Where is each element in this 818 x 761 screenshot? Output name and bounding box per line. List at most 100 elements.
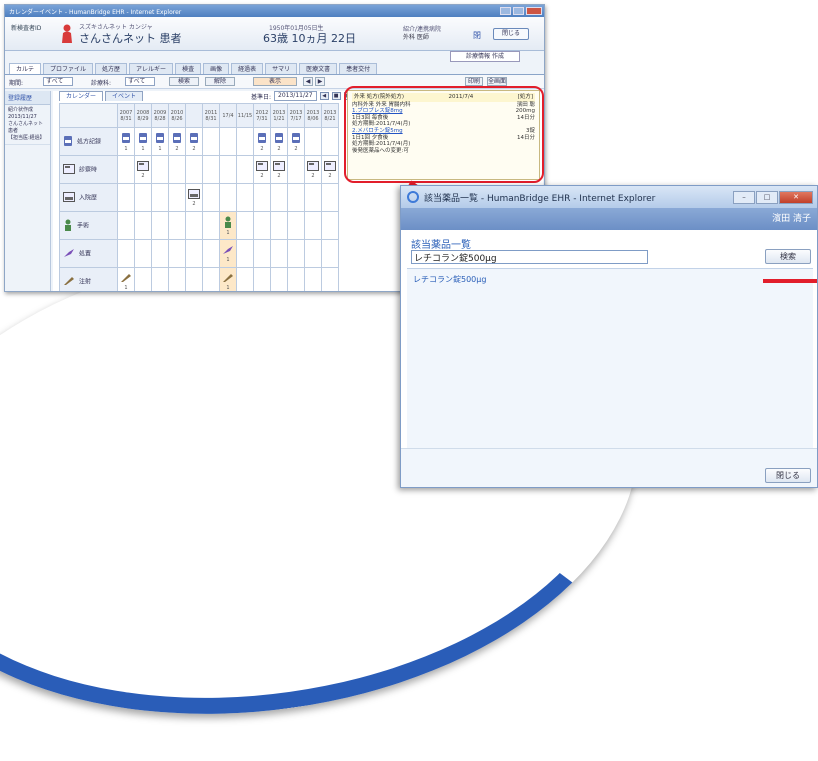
tab-lab[interactable]: 検査 — [175, 63, 202, 74]
grid-cell[interactable]: 2 — [253, 127, 271, 156]
next-icon[interactable]: ▶ — [315, 77, 325, 86]
injection-icon — [118, 273, 134, 285]
prev-icon[interactable]: ◀ — [303, 77, 313, 86]
header-date: 8/21 — [324, 115, 336, 122]
fullscreen-button[interactable]: 全画面 — [487, 77, 507, 86]
event-count: 1 — [226, 229, 230, 236]
grid-date-header[interactable]: 2012 7/31 — [253, 103, 271, 128]
maximize-button[interactable]: □ — [756, 190, 778, 204]
header-date: 8/29 — [137, 115, 149, 122]
grid-date-header[interactable]: 2009 8/28 — [151, 103, 169, 128]
tab-summary[interactable]: サマリ — [265, 63, 298, 74]
grid-date-header[interactable]: 2013 1/21 — [270, 103, 288, 128]
grid-cell[interactable]: 2 — [185, 127, 203, 156]
grid-row: 処置 1 — [59, 239, 339, 268]
grid-cell[interactable]: 2 — [270, 155, 288, 184]
grid-cell — [202, 127, 220, 156]
grid-row-header: 入院歴 — [59, 183, 118, 212]
grid-cell[interactable]: 2 — [134, 155, 152, 184]
tab-event[interactable]: イベント — [105, 91, 144, 101]
show-button[interactable]: 表示 — [253, 77, 297, 86]
grid-row-header: 処方記録 — [59, 127, 118, 156]
grid-cell[interactable]: 2 — [185, 183, 203, 212]
window-close-button[interactable] — [526, 7, 542, 15]
tab-karte[interactable]: カルテ — [9, 63, 42, 74]
tab-prescription-history[interactable]: 処方歴 — [95, 63, 128, 74]
injection-icon — [63, 276, 75, 288]
grid-date-header[interactable]: 2013 8/21 — [321, 103, 339, 128]
header-year: 2013 — [306, 109, 320, 116]
maximize-button[interactable] — [513, 7, 524, 15]
tab-medical-docs[interactable]: 医療文書 — [299, 63, 338, 74]
grid-cell[interactable]: 1 — [151, 127, 169, 156]
grid-cell — [270, 211, 288, 240]
today-icon[interactable]: ■ — [331, 92, 341, 100]
close-patient-button[interactable]: 閉じる — [493, 28, 529, 40]
grid-cell — [236, 211, 254, 240]
grid-row: 注射 1 1 — [59, 267, 339, 291]
base-date-label: 基準日: — [251, 93, 272, 101]
grid-cell[interactable]: 1 — [219, 239, 237, 268]
grid-date-header[interactable]: 17/4 — [219, 103, 237, 128]
grid-date-header[interactable]: 2010 8/26 — [168, 103, 186, 128]
grid-cell[interactable]: 1 — [134, 127, 152, 156]
grid-date-header[interactable]: 2013 7/17 — [287, 103, 305, 128]
grid-cell — [304, 239, 322, 268]
tab-calendar[interactable]: カレンダー — [59, 91, 104, 101]
grid-date-header[interactable]: 2007 8/31 — [117, 103, 135, 128]
base-date-input[interactable]: 2013/11/27 — [274, 91, 317, 101]
history-item[interactable]: 紹介状作成 2013/11/27 さんさんネット 患者 【担当医:経過】 — [5, 105, 50, 145]
clear-button[interactable]: 解除 — [205, 77, 235, 86]
grid-cell[interactable]: 1 — [117, 267, 135, 291]
drug-search-button[interactable]: 検索 — [765, 249, 811, 264]
grid-cell — [304, 211, 322, 240]
exam-icon — [254, 160, 270, 173]
grid-cell — [151, 267, 169, 291]
tab-allergy[interactable]: アレルギー — [129, 63, 174, 74]
grid-cell[interactable]: 1 — [219, 267, 237, 291]
medication-icon — [169, 132, 185, 146]
tab-profile[interactable]: プロファイル — [43, 63, 94, 74]
procedure-icon — [63, 248, 75, 260]
grid-cell[interactable]: 1 — [219, 211, 237, 240]
tab-flowsheet[interactable]: 経過表 — [231, 63, 264, 74]
window-close-button[interactable]: ✕ — [779, 190, 813, 204]
header-date: 8/06 — [307, 115, 319, 122]
grid-date-header[interactable] — [185, 103, 203, 128]
minimize-button[interactable] — [500, 7, 511, 15]
drug-results-list: レチコラン錠500μg — [407, 268, 813, 448]
grid-cell — [236, 127, 254, 156]
tab-patient-handout[interactable]: 患者交付 — [339, 63, 378, 74]
grid-date-header[interactable]: 2008 8/29 — [134, 103, 152, 128]
tab-image[interactable]: 画像 — [203, 63, 230, 74]
grid-cell — [304, 183, 322, 212]
grid-row: 手術 1 — [59, 211, 339, 240]
ehr-titlebar: カレンダーイベント - HumanBridge EHR - Internet E… — [5, 5, 544, 17]
search-button[interactable]: 検索 — [169, 77, 199, 86]
grid-cell[interactable]: 2 — [168, 127, 186, 156]
grid-date-header[interactable]: 2011 8/31 — [202, 103, 220, 128]
grid-cell — [117, 183, 135, 212]
medication-icon — [271, 132, 287, 146]
create-document-button[interactable]: 診療情報 作成 — [450, 51, 520, 62]
close-patient-link[interactable]: 閉 — [473, 30, 481, 41]
print-button[interactable]: 印刷 — [465, 77, 483, 86]
grid-cell — [202, 211, 220, 240]
minimize-button[interactable]: – — [733, 190, 755, 204]
grid-cell[interactable]: 2 — [304, 155, 322, 184]
first-page-icon[interactable]: ◀ — [319, 92, 329, 100]
grid-cell — [134, 239, 152, 268]
drug-search-input[interactable] — [411, 250, 648, 264]
grid-cell[interactable]: 2 — [270, 127, 288, 156]
grid-date-header[interactable]: 11/15 — [236, 103, 254, 128]
grid-cell[interactable]: 2 — [253, 155, 271, 184]
grid-cell — [287, 155, 305, 184]
dept-select[interactable]: すべて — [125, 77, 155, 86]
grid-cell[interactable]: 2 — [287, 127, 305, 156]
period-select[interactable]: すべて — [43, 77, 73, 86]
grid-cell[interactable]: 1 — [117, 127, 135, 156]
drug-close-button[interactable]: 閉じる — [765, 468, 811, 483]
grid-date-header[interactable]: 2013 8/06 — [304, 103, 322, 128]
grid-cell[interactable]: 2 — [321, 155, 339, 184]
drug-result-item[interactable]: レチコラン錠500μg — [413, 274, 486, 285]
